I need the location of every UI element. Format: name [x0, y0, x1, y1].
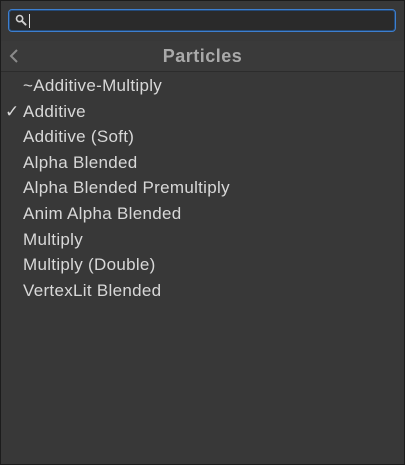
- list-item[interactable]: Additive (Soft): [1, 124, 404, 150]
- list-item[interactable]: Alpha Blended Premultiply: [1, 175, 404, 201]
- search-input[interactable]: [29, 12, 389, 29]
- list-item-label: Multiply (Double): [23, 255, 156, 275]
- shader-list: ~Additive-Multiply ✓ Additive Additive (…: [1, 73, 404, 463]
- list-item[interactable]: Multiply (Double): [1, 252, 404, 278]
- check-icon: ✓: [5, 101, 20, 121]
- category-title: Particles: [162, 46, 243, 66]
- list-item-label: Additive: [23, 101, 86, 121]
- list-item[interactable]: Anim Alpha Blended: [1, 201, 404, 227]
- shader-selector-popup: Particles ~Additive-Multiply ✓ Additive …: [0, 0, 405, 465]
- category-header: Particles: [1, 41, 404, 72]
- search-icon: [15, 14, 27, 26]
- list-item[interactable]: VertexLit Blended: [1, 278, 404, 304]
- list-item[interactable]: ~Additive-Multiply: [1, 73, 404, 99]
- list-item[interactable]: Multiply: [1, 227, 404, 253]
- list-item-label: Anim Alpha Blended: [23, 203, 182, 223]
- list-item-label: ~Additive-Multiply: [23, 76, 163, 95]
- list-item-label: Multiply: [23, 229, 84, 249]
- list-item-label: Alpha Blended: [23, 152, 138, 172]
- list-item-label: VertexLit Blended: [23, 280, 162, 300]
- list-item[interactable]: ✓ Additive: [1, 99, 404, 125]
- search-field[interactable]: [8, 9, 396, 32]
- search-bar: [8, 9, 396, 33]
- list-item[interactable]: Alpha Blended: [1, 150, 404, 176]
- list-item-label: Alpha Blended Premultiply: [23, 178, 230, 198]
- list-item-label: Additive (Soft): [23, 127, 135, 147]
